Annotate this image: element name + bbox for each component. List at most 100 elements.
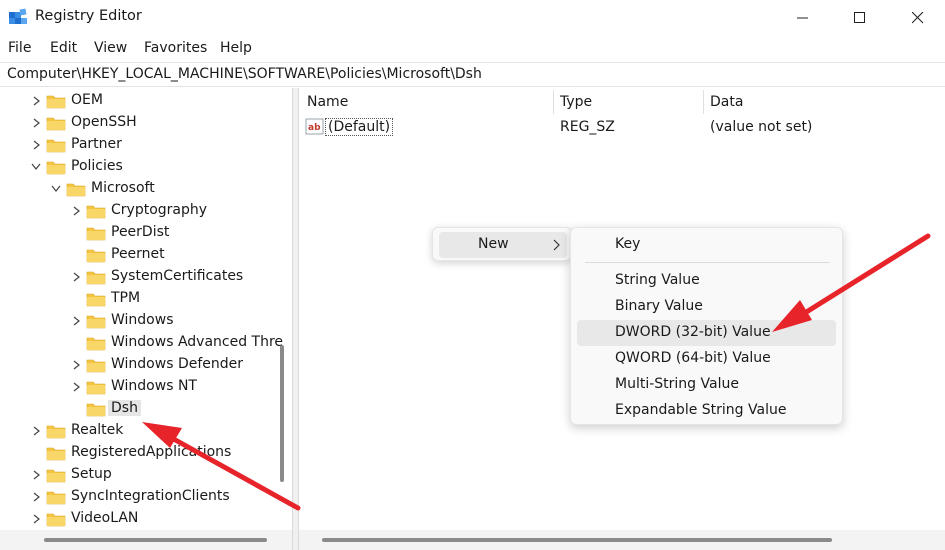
folder-icon bbox=[86, 403, 106, 417]
tree-item[interactable]: OpenSSH bbox=[0, 112, 276, 134]
pane-splitter[interactable] bbox=[292, 88, 299, 550]
column-divider[interactable] bbox=[553, 90, 554, 114]
tree-item[interactable]: OEM bbox=[0, 90, 276, 112]
chevron-right-icon bbox=[553, 239, 560, 251]
string-value-icon: ab bbox=[305, 118, 324, 135]
tree-item-label: TPM bbox=[111, 290, 141, 306]
tree-item[interactable]: Setup bbox=[0, 464, 276, 486]
tree-item-label: VideoLAN bbox=[71, 510, 139, 526]
menu-view[interactable]: View bbox=[94, 40, 127, 56]
minimize-icon bbox=[796, 17, 808, 19]
submenu-item[interactable]: Multi-String Value bbox=[577, 372, 836, 398]
menu-help[interactable]: Help bbox=[220, 40, 252, 56]
tree-item[interactable]: Peernet bbox=[0, 244, 276, 266]
chevron-right-icon[interactable] bbox=[70, 266, 82, 288]
tree-item[interactable]: Windows bbox=[0, 310, 276, 332]
tree-item-label: Policies bbox=[71, 158, 123, 174]
context-menu-new-label: New bbox=[478, 236, 509, 252]
chevron-right-icon[interactable] bbox=[70, 376, 82, 398]
tree-item[interactable]: Windows Defender bbox=[0, 354, 276, 376]
submenu-item[interactable]: Binary Value bbox=[577, 294, 836, 320]
address-path: Computer\HKEY_LOCAL_MACHINE\SOFTWARE\Pol… bbox=[7, 66, 482, 82]
tree-item[interactable]: RegisteredApplications bbox=[0, 442, 276, 464]
folder-icon bbox=[46, 469, 66, 483]
chevron-right-icon[interactable] bbox=[30, 464, 42, 486]
tree-item[interactable]: SystemCertificates bbox=[0, 266, 276, 288]
values-horizontal-scrollbar[interactable] bbox=[322, 538, 832, 542]
submenu-item-label: DWORD (32-bit) Value bbox=[615, 324, 771, 340]
submenu-item[interactable]: DWORD (32-bit) Value bbox=[577, 320, 836, 346]
key-tree: OEM OpenSSH Partner Policies Microsoft Crypto… bbox=[0, 88, 292, 550]
tree-item-label: Realtek bbox=[71, 422, 124, 438]
context-menu: New bbox=[432, 227, 572, 261]
submenu-item[interactable]: String Value bbox=[577, 268, 836, 294]
value-type: REG_SZ bbox=[560, 119, 615, 135]
folder-icon bbox=[46, 161, 66, 175]
tree-item-label: Setup bbox=[71, 466, 112, 482]
context-menu-new[interactable]: New bbox=[439, 232, 567, 258]
chevron-right-icon[interactable] bbox=[30, 420, 42, 442]
title-bar: Registry Editor bbox=[0, 0, 945, 36]
chevron-right-icon[interactable] bbox=[30, 508, 42, 530]
tree-item[interactable]: Partner bbox=[0, 134, 276, 156]
tree-item[interactable]: Dsh bbox=[0, 398, 276, 420]
tree-vertical-scrollbar[interactable] bbox=[280, 345, 284, 482]
folder-icon bbox=[46, 513, 66, 527]
tree-item[interactable]: Windows Advanced Thre bbox=[0, 332, 283, 354]
folder-icon bbox=[86, 315, 106, 329]
submenu-item-label: Binary Value bbox=[615, 298, 703, 314]
folder-icon bbox=[66, 183, 86, 197]
tree-item-label: Microsoft bbox=[91, 180, 155, 196]
chevron-right-icon[interactable] bbox=[70, 200, 82, 222]
chevron-right-icon[interactable] bbox=[70, 354, 82, 376]
minimize-button[interactable] bbox=[775, 0, 830, 36]
address-bar[interactable]: Computer\HKEY_LOCAL_MACHINE\SOFTWARE\Pol… bbox=[0, 62, 945, 87]
folder-icon bbox=[46, 117, 66, 131]
folder-icon bbox=[86, 293, 106, 307]
menu-separator bbox=[585, 262, 830, 263]
tree-item-label: SyncIntegrationClients bbox=[71, 488, 230, 504]
tree-item[interactable]: Windows NT bbox=[0, 376, 276, 398]
folder-icon bbox=[86, 359, 106, 373]
tree-item[interactable]: Realtek bbox=[0, 420, 276, 442]
table-row[interactable]: ab (Default) REG_SZ (value not set) bbox=[299, 117, 945, 139]
chevron-right-icon[interactable] bbox=[30, 90, 42, 112]
column-header-data[interactable]: Data bbox=[710, 94, 743, 110]
tree-item[interactable]: SyncIntegrationClients bbox=[0, 486, 276, 508]
chevron-right-icon[interactable] bbox=[30, 134, 42, 156]
folder-icon bbox=[46, 447, 66, 461]
menu-file[interactable]: File bbox=[8, 40, 31, 56]
folder-icon bbox=[86, 337, 106, 351]
submenu-item-label: QWORD (64-bit) Value bbox=[615, 350, 771, 366]
registry-editor-icon bbox=[9, 8, 27, 24]
tree-item[interactable]: Policies bbox=[0, 156, 276, 178]
close-button[interactable] bbox=[890, 0, 945, 36]
chevron-right-icon[interactable] bbox=[70, 310, 82, 332]
menu-edit[interactable]: Edit bbox=[50, 40, 77, 56]
column-divider[interactable] bbox=[703, 90, 704, 114]
chevron-right-icon[interactable] bbox=[30, 112, 42, 134]
submenu-item-key[interactable]: Key bbox=[577, 232, 836, 258]
column-header-name[interactable]: Name bbox=[307, 94, 348, 110]
tree-item-label: Windows Defender bbox=[111, 356, 244, 372]
tree-item[interactable]: PeerDist bbox=[0, 222, 276, 244]
submenu-item-label: Multi-String Value bbox=[615, 376, 739, 392]
tree-item[interactable]: Cryptography bbox=[0, 200, 276, 222]
submenu-item[interactable]: Expandable String Value bbox=[577, 398, 836, 424]
tree-item-label: SystemCertificates bbox=[111, 268, 244, 284]
chevron-right-icon[interactable] bbox=[30, 486, 42, 508]
menu-favorites[interactable]: Favorites bbox=[144, 40, 207, 56]
tree-item-label: Windows NT bbox=[111, 378, 197, 394]
chevron-down-icon[interactable] bbox=[30, 156, 42, 178]
submenu-item-label: String Value bbox=[615, 272, 700, 288]
chevron-down-icon[interactable] bbox=[50, 178, 62, 200]
tree-item[interactable]: Microsoft bbox=[0, 178, 276, 200]
tree-item-label: OEM bbox=[71, 92, 103, 108]
tree-item[interactable]: VideoLAN bbox=[0, 508, 276, 530]
tree-horizontal-scrollbar[interactable] bbox=[44, 538, 267, 542]
maximize-button[interactable] bbox=[832, 0, 887, 36]
tree-item[interactable]: TPM bbox=[0, 288, 276, 310]
column-header-type[interactable]: Type bbox=[560, 94, 592, 110]
menu-bar: File Edit View Favorites Help bbox=[0, 37, 945, 61]
submenu-item[interactable]: QWORD (64-bit) Value bbox=[577, 346, 836, 372]
